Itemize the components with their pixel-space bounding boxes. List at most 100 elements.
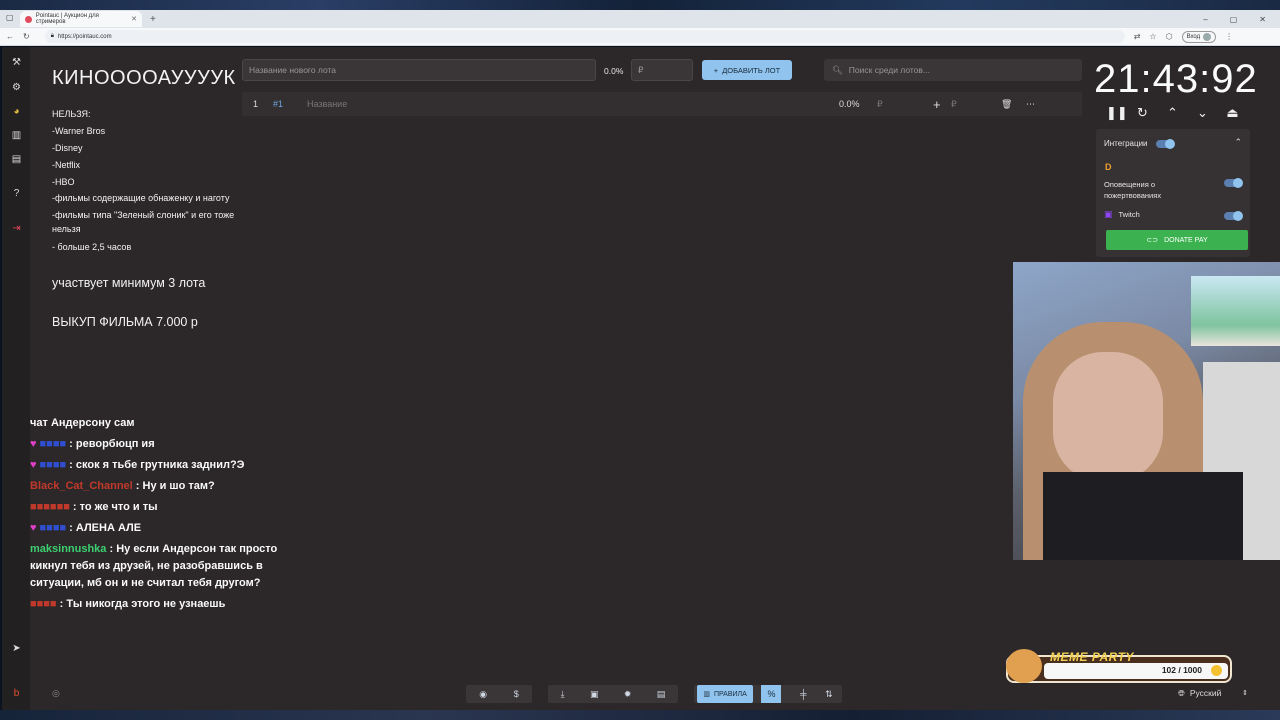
donations-toggle[interactable] [1224,178,1243,188]
rules-button[interactable]: ▥ ПРАВИЛА [697,685,753,703]
add-time-icon[interactable]: ⌃ [1166,105,1179,121]
percent-toggle-icon[interactable]: % [761,685,782,703]
chat-username: ■■■■ [39,438,67,450]
browser-menu-icon[interactable]: ⋮ [1225,32,1233,41]
lock-icon: 🔒︎ [50,33,54,39]
gear-icon[interactable]: ⚙ [10,81,23,94]
auction-timer: 21:43:92 [1094,57,1258,101]
favicon-icon [25,15,32,23]
rule-line: -Warner Bros [52,126,106,136]
extensions-icon[interactable]: ⬡ [1166,32,1173,41]
add-amount-icon[interactable]: + [933,97,951,112]
wheel-icon[interactable]: ◕ [10,105,23,118]
chat-message: maksinnushka : Ну если Андерсон так прос… [30,543,278,589]
sort-icon[interactable]: ⇅ [825,689,833,700]
lot-name-input[interactable]: Название [307,99,839,109]
close-window-icon[interactable]: ✕ [1259,15,1266,24]
heart-badge-icon: ♥ [30,459,37,471]
tab-actions-icon[interactable]: ▢ [6,13,14,22]
download-icon[interactable]: ⤓ [561,689,565,700]
telegram-icon[interactable]: ➤ [10,642,23,655]
translate-icon[interactable]: ⇄ [1134,32,1141,41]
add-amount-field[interactable]: ₽ [951,99,1001,110]
delete-icon[interactable]: 🗑︎ [1001,99,1026,110]
chat-username: ■■■■ [39,522,67,534]
archive-icon[interactable]: ▤ [657,689,666,700]
split-icon[interactable]: ╪ [800,689,806,699]
new-tab-icon[interactable]: + [150,14,156,25]
chat-text: Ну и шо там? [142,480,215,492]
chat-message: ♥ ■■■■ : реворбюцп ия [30,438,155,450]
reload-icon[interactable]: ↻ [23,32,30,41]
history-icon[interactable]: ▤ [10,153,23,166]
chat-message: ■■■■■■ : то же что и ты [30,501,158,513]
lot-row: 1 #1 Название 0.0% ₽ + ₽ 🗑︎ ⋯ [242,92,1082,116]
chat-username: ■■■■ [30,598,57,610]
twitch-toggle[interactable] [1224,211,1243,221]
pause-icon[interactable]: ❚❚ [1106,105,1128,121]
person-face [1053,352,1163,482]
chat-text: скок я тьбе грутника заднил?Э [75,459,245,471]
desktop-background-top [0,0,1280,10]
browser-tab-bar: ▢ Pointauc | Аукцион для стримеров ✕ + –… [0,10,1280,28]
search-icon: 🔍︎ [832,64,843,75]
donate-dollar-icon[interactable]: $ [514,689,519,699]
url-field[interactable]: 🔒︎ https://pointauc.com [44,30,1125,43]
github-icon[interactable]: ◉ [479,689,487,700]
plus-icon: + [713,65,719,75]
reduce-time-icon[interactable]: ⌄ [1196,105,1209,121]
url-text: https://pointauc.com [57,33,112,40]
double-time-icon[interactable]: ⏏ [1226,105,1239,121]
help-icon[interactable]: ? [10,187,23,200]
chat-message: ♥ ■■■■ : АЛЕНА АЛЕ [30,522,142,534]
save-icon[interactable]: ▣ [590,689,599,700]
auction-hammer-icon[interactable]: ⚒ [10,56,23,69]
sidebar: ⚒ ⚙ ◕ ▥ ▤ ? ⇥ ➤ b [2,47,30,710]
chat-username: maksinnushka [30,543,107,555]
bug-icon[interactable]: ✹ [624,689,632,700]
add-lot-button[interactable]: + ДОБАВИТЬ ЛОТ [702,60,792,80]
lot-index: 1 [253,99,259,109]
lot-percent: 0.0% [839,99,860,109]
stats-icon[interactable]: ▥ [10,129,23,142]
stream-chat-overlay: чат Андерсону сам ♥ ■■■■ : реворбюцп ия ♥… [30,415,300,617]
desktop-background-bottom [0,710,1280,720]
browser-tab[interactable]: Pointauc | Аукцион для стримеров ✕ [20,11,142,27]
maximize-icon[interactable]: ▢ [1230,15,1238,24]
minimize-icon[interactable]: – [1203,15,1207,24]
bottom-group-rules: ▥ ПРАВИЛА % ╪ ⇅ [694,685,842,703]
webcam-overlay [1013,262,1280,560]
rule-line: -HBO [52,177,75,187]
chat-username: ■■■■■■ [30,501,70,513]
lot-amount[interactable]: ₽ [877,99,933,110]
lot-id: #1 [273,99,284,109]
bottom-group-actions: ⤓ ▣ ✹ ▤ [548,685,678,703]
link-icon: ⊂⊃ [1146,237,1159,244]
chat-message: ■■■■ : Ты никогда этого не узнаешь [30,598,226,610]
twitch-icon: ▣ [1104,209,1113,219]
avatar [1203,32,1212,41]
reset-icon[interactable]: ↻ [1136,105,1149,121]
bottom-group-links: ◉ $ [466,685,532,703]
integrations-toggle[interactable] [1155,138,1175,149]
more-icon[interactable]: ⋯ [1026,99,1046,110]
bookmark-icon[interactable]: ☆ [1149,32,1156,41]
donate-pay-button[interactable]: ⊂⊃ DONATE PAY [1106,230,1248,250]
close-tab-icon[interactable]: ✕ [131,15,137,23]
collapse-icon[interactable]: ⌃ [1234,137,1242,148]
rule-line: -Disney [52,143,83,153]
language-select[interactable]: 🌐︎ Русский ⇕ [1172,684,1256,702]
lot-search-input[interactable]: 🔍︎ Поиск среди лотов... [824,59,1082,81]
chat-username: ■■■■ [39,459,67,471]
new-lot-input[interactable]: Название нового лота [242,59,596,81]
logout-icon[interactable]: ⇥ [10,222,23,235]
meme-party-widget: MEME PARTY 102 / 1000 [1006,649,1232,683]
back-icon[interactable]: ← [6,32,14,41]
profile-button[interactable]: Вход [1181,30,1217,43]
rule-line: НЕЛЬЗЯ: [52,109,91,119]
new-lot-amount-input[interactable]: ₽ [631,59,693,81]
chat-username: Black_Cat_Channel [30,480,133,492]
chat-text: Ты никогда этого не узнаешь [66,598,226,610]
boosty-icon[interactable]: b [10,687,23,700]
visibility-eye-icon[interactable]: ◎ [52,688,60,699]
